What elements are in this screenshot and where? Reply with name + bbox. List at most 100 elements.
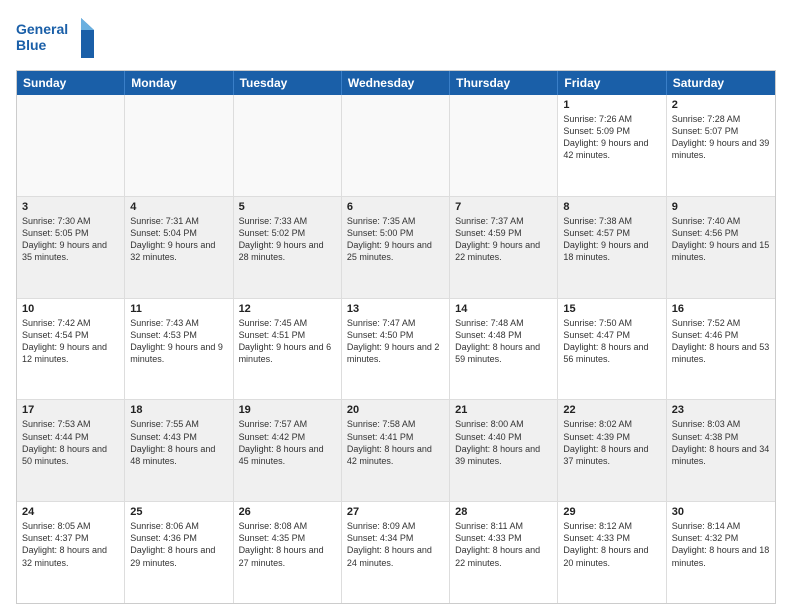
day-info: Sunrise: 7:42 AMSunset: 4:54 PMDaylight:… bbox=[22, 317, 119, 366]
calendar-row-1: 1 Sunrise: 7:26 AMSunset: 5:09 PMDaylight… bbox=[17, 95, 775, 197]
day-number: 9 bbox=[672, 201, 770, 213]
day-number: 29 bbox=[563, 506, 660, 518]
day-info: Sunrise: 7:35 AMSunset: 5:00 PMDaylight:… bbox=[347, 215, 444, 264]
calendar-row-5: 24 Sunrise: 8:05 AMSunset: 4:37 PMDayligh… bbox=[17, 502, 775, 603]
calendar-cell-empty-0-0 bbox=[17, 95, 125, 196]
day-number: 12 bbox=[239, 303, 336, 315]
calendar-cell-11: 11 Sunrise: 7:43 AMSunset: 4:53 PMDayligh… bbox=[125, 299, 233, 400]
weekday-header-thursday: Thursday bbox=[450, 71, 558, 95]
day-number: 13 bbox=[347, 303, 444, 315]
day-number: 18 bbox=[130, 404, 227, 416]
day-number: 19 bbox=[239, 404, 336, 416]
day-number: 30 bbox=[672, 506, 770, 518]
day-info: Sunrise: 7:58 AMSunset: 4:41 PMDaylight:… bbox=[347, 418, 444, 467]
day-info: Sunrise: 7:45 AMSunset: 4:51 PMDaylight:… bbox=[239, 317, 336, 366]
day-info: Sunrise: 8:03 AMSunset: 4:38 PMDaylight:… bbox=[672, 418, 770, 467]
day-number: 14 bbox=[455, 303, 552, 315]
svg-text:Blue: Blue bbox=[16, 37, 47, 53]
day-info: Sunrise: 7:33 AMSunset: 5:02 PMDaylight:… bbox=[239, 215, 336, 264]
calendar-cell-23: 23 Sunrise: 8:03 AMSunset: 4:38 PMDayligh… bbox=[667, 400, 775, 501]
calendar-cell-5: 5 Sunrise: 7:33 AMSunset: 5:02 PMDaylight… bbox=[234, 197, 342, 298]
calendar-row-2: 3 Sunrise: 7:30 AMSunset: 5:05 PMDaylight… bbox=[17, 197, 775, 299]
day-info: Sunrise: 8:06 AMSunset: 4:36 PMDaylight:… bbox=[130, 520, 227, 569]
calendar-cell-empty-0-2 bbox=[234, 95, 342, 196]
day-number: 5 bbox=[239, 201, 336, 213]
day-info: Sunrise: 7:48 AMSunset: 4:48 PMDaylight:… bbox=[455, 317, 552, 366]
calendar-cell-15: 15 Sunrise: 7:50 AMSunset: 4:47 PMDayligh… bbox=[558, 299, 666, 400]
day-number: 7 bbox=[455, 201, 552, 213]
calendar-cell-24: 24 Sunrise: 8:05 AMSunset: 4:37 PMDayligh… bbox=[17, 502, 125, 603]
day-number: 4 bbox=[130, 201, 227, 213]
calendar-cell-empty-0-4 bbox=[450, 95, 558, 196]
day-info: Sunrise: 8:14 AMSunset: 4:32 PMDaylight:… bbox=[672, 520, 770, 569]
weekday-header-wednesday: Wednesday bbox=[342, 71, 450, 95]
day-info: Sunrise: 7:28 AMSunset: 5:07 PMDaylight:… bbox=[672, 113, 770, 162]
weekday-header-saturday: Saturday bbox=[667, 71, 775, 95]
calendar-cell-10: 10 Sunrise: 7:42 AMSunset: 4:54 PMDayligh… bbox=[17, 299, 125, 400]
svg-text:General: General bbox=[16, 21, 68, 37]
day-info: Sunrise: 7:52 AMSunset: 4:46 PMDaylight:… bbox=[672, 317, 770, 366]
calendar-cell-3: 3 Sunrise: 7:30 AMSunset: 5:05 PMDaylight… bbox=[17, 197, 125, 298]
calendar: SundayMondayTuesdayWednesdayThursdayFrid… bbox=[16, 70, 776, 604]
day-info: Sunrise: 8:02 AMSunset: 4:39 PMDaylight:… bbox=[563, 418, 660, 467]
calendar-cell-21: 21Sunrise: 8:00 AMSunset: 4:40 PMDayligh… bbox=[450, 400, 558, 501]
day-info: Sunrise: 7:31 AMSunset: 5:04 PMDaylight:… bbox=[130, 215, 227, 264]
day-number: 27 bbox=[347, 506, 444, 518]
day-number: 22 bbox=[563, 404, 660, 416]
day-number: 11 bbox=[130, 303, 227, 315]
day-number: 17 bbox=[22, 404, 119, 416]
calendar-cell-19: 19 Sunrise: 7:57 AMSunset: 4:42 PMDayligh… bbox=[234, 400, 342, 501]
day-info: Sunrise: 7:53 AMSunset: 4:44 PMDaylight:… bbox=[22, 418, 119, 467]
day-number: 6 bbox=[347, 201, 444, 213]
day-info: Sunrise: 8:12 AMSunset: 4:33 PMDaylight:… bbox=[563, 520, 660, 569]
calendar-cell-13: 13 Sunrise: 7:47 AMSunset: 4:50 PMDayligh… bbox=[342, 299, 450, 400]
day-info: Sunrise: 7:40 AMSunset: 4:56 PMDaylight:… bbox=[672, 215, 770, 264]
day-info: Sunrise: 7:47 AMSunset: 4:50 PMDaylight:… bbox=[347, 317, 444, 366]
day-info: Sunrise: 7:30 AMSunset: 5:05 PMDaylight:… bbox=[22, 215, 119, 264]
weekday-header-sunday: Sunday bbox=[17, 71, 125, 95]
day-number: 21 bbox=[455, 404, 552, 416]
calendar-cell-8: 8Sunrise: 7:38 AMSunset: 4:57 PMDaylight… bbox=[558, 197, 666, 298]
day-number: 28 bbox=[455, 506, 552, 518]
calendar-header: SundayMondayTuesdayWednesdayThursdayFrid… bbox=[17, 71, 775, 95]
calendar-cell-12: 12 Sunrise: 7:45 AMSunset: 4:51 PMDayligh… bbox=[234, 299, 342, 400]
calendar-cell-9: 9 Sunrise: 7:40 AMSunset: 4:56 PMDaylight… bbox=[667, 197, 775, 298]
day-number: 26 bbox=[239, 506, 336, 518]
day-number: 24 bbox=[22, 506, 119, 518]
calendar-cell-29: 29 Sunrise: 8:12 AMSunset: 4:33 PMDayligh… bbox=[558, 502, 666, 603]
calendar-body: 1 Sunrise: 7:26 AMSunset: 5:09 PMDaylight… bbox=[17, 95, 775, 603]
day-info: Sunrise: 7:37 AMSunset: 4:59 PMDaylight:… bbox=[455, 215, 552, 264]
weekday-header-tuesday: Tuesday bbox=[234, 71, 342, 95]
calendar-cell-2: 2Sunrise: 7:28 AMSunset: 5:07 PMDaylight… bbox=[667, 95, 775, 196]
calendar-cell-17: 17 Sunrise: 7:53 AMSunset: 4:44 PMDayligh… bbox=[17, 400, 125, 501]
calendar-cell-7: 7 Sunrise: 7:37 AMSunset: 4:59 PMDaylight… bbox=[450, 197, 558, 298]
calendar-cell-26: 26Sunrise: 8:08 AMSunset: 4:35 PMDayligh… bbox=[234, 502, 342, 603]
day-number: 10 bbox=[22, 303, 119, 315]
calendar-row-3: 10 Sunrise: 7:42 AMSunset: 4:54 PMDayligh… bbox=[17, 299, 775, 401]
day-number: 16 bbox=[672, 303, 770, 315]
calendar-cell-6: 6 Sunrise: 7:35 AMSunset: 5:00 PMDaylight… bbox=[342, 197, 450, 298]
logo: General Blue bbox=[16, 16, 96, 60]
calendar-cell-22: 22 Sunrise: 8:02 AMSunset: 4:39 PMDayligh… bbox=[558, 400, 666, 501]
day-number: 25 bbox=[130, 506, 227, 518]
day-info: Sunrise: 7:43 AMSunset: 4:53 PMDaylight:… bbox=[130, 317, 227, 366]
day-info: Sunrise: 7:50 AMSunset: 4:47 PMDaylight:… bbox=[563, 317, 660, 366]
day-info: Sunrise: 7:26 AMSunset: 5:09 PMDaylight:… bbox=[563, 113, 660, 162]
day-info: Sunrise: 7:55 AMSunset: 4:43 PMDaylight:… bbox=[130, 418, 227, 467]
day-number: 15 bbox=[563, 303, 660, 315]
page: General Blue SundayMondayTuesdayWednesda… bbox=[0, 0, 792, 612]
weekday-header-friday: Friday bbox=[558, 71, 666, 95]
day-number: 1 bbox=[563, 99, 660, 111]
calendar-cell-20: 20Sunrise: 7:58 AMSunset: 4:41 PMDayligh… bbox=[342, 400, 450, 501]
logo-svg: General Blue bbox=[16, 16, 96, 60]
calendar-cell-empty-0-3 bbox=[342, 95, 450, 196]
weekday-header-monday: Monday bbox=[125, 71, 233, 95]
day-info: Sunrise: 7:57 AMSunset: 4:42 PMDaylight:… bbox=[239, 418, 336, 467]
header: General Blue bbox=[16, 16, 776, 60]
calendar-cell-30: 30 Sunrise: 8:14 AMSunset: 4:32 PMDayligh… bbox=[667, 502, 775, 603]
day-info: Sunrise: 8:05 AMSunset: 4:37 PMDaylight:… bbox=[22, 520, 119, 569]
day-number: 3 bbox=[22, 201, 119, 213]
day-number: 23 bbox=[672, 404, 770, 416]
calendar-cell-27: 27Sunrise: 8:09 AMSunset: 4:34 PMDayligh… bbox=[342, 502, 450, 603]
calendar-row-4: 17 Sunrise: 7:53 AMSunset: 4:44 PMDayligh… bbox=[17, 400, 775, 502]
